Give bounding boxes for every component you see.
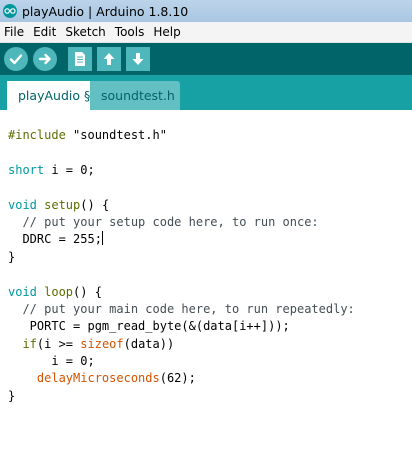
menu-tools[interactable]: Tools — [111, 22, 150, 42]
upload-icon — [38, 53, 51, 65]
code-text-span: PORTC = — [8, 319, 88, 334]
code-text-span: (data)) — [123, 336, 175, 351]
text-cursor — [101, 231, 103, 246]
upload-button[interactable] — [33, 47, 57, 71]
verify-button[interactable] — [4, 47, 28, 71]
code-text-span: (&(data[i++])); — [181, 319, 290, 334]
code-line-12: PORTC = pgm_read_byte(&(data[i++])); — [8, 318, 355, 335]
code-line-1: #include "soundtest.h" — [8, 127, 355, 144]
title-bar: playAudio | Arduino 1.8.10 — [0, 0, 412, 22]
code-line-15: delayMicroseconds(62); — [8, 370, 355, 387]
code-text-span — [8, 337, 22, 351]
window-title: playAudio | Arduino 1.8.10 — [22, 3, 189, 19]
sizeof-keyword: sizeof — [80, 336, 124, 351]
code-line-6: // put your setup code here, to run once… — [8, 214, 319, 229]
toolbar — [0, 43, 412, 75]
code-editor[interactable]: #include "soundtest.h" short i = 0; void… — [0, 110, 412, 459]
tab-soundtest[interactable]: soundtest.h — [90, 81, 180, 110]
tab-playaudio[interactable]: playAudio § — [7, 81, 90, 110]
code-text-span: (62); — [159, 371, 196, 386]
code-text-span: i = 0; — [44, 162, 95, 177]
tab-bar: playAudio § soundtest.h — [0, 75, 412, 110]
code-line-14: i = 0; — [8, 354, 95, 369]
new-button[interactable] — [68, 47, 92, 71]
code-text-span: DDRC = 255; — [8, 232, 102, 247]
if-keyword: if — [22, 336, 37, 351]
function-name: setup — [36, 197, 81, 212]
save-icon — [132, 53, 144, 65]
code-line-7: DDRC = 255; — [8, 231, 355, 248]
code-line-16: } — [8, 388, 16, 403]
type-keyword: short — [8, 162, 45, 177]
new-icon — [75, 52, 85, 66]
code-text-span: () { — [80, 197, 110, 212]
menu-sketch[interactable]: Sketch — [61, 22, 110, 42]
open-button[interactable] — [97, 47, 121, 71]
function-name: loop — [36, 284, 74, 299]
code-text-span — [8, 371, 37, 385]
code-line-8: } — [8, 249, 16, 264]
include-file: "soundtest.h" — [73, 128, 167, 142]
code-text-span: (i >= — [36, 336, 81, 351]
menu-help[interactable]: Help — [149, 22, 185, 42]
function-call: pgm_read_byte — [87, 319, 182, 334]
code-line-5: void setup() { — [8, 197, 355, 214]
code-line-13: if(i >= sizeof(data)) — [8, 336, 355, 353]
type-keyword: void — [8, 284, 37, 299]
menu-edit[interactable]: Edit — [29, 22, 61, 42]
code-line-11: // put your main code here, to run repea… — [8, 301, 355, 316]
menu-file[interactable]: File — [0, 22, 29, 42]
type-keyword: void — [8, 197, 37, 212]
verify-icon — [9, 54, 23, 65]
menu-bar: File Edit Sketch Tools Help — [0, 22, 412, 43]
arduino-logo-icon — [3, 4, 17, 18]
code-text-span: () { — [73, 284, 102, 299]
open-icon — [103, 53, 115, 65]
function-call: delayMicroseconds — [36, 371, 160, 386]
code-line-10: void loop() { — [8, 284, 355, 301]
code-line-3: short i = 0; — [8, 162, 355, 179]
code-text: #include "soundtest.h" short i = 0; void… — [8, 127, 355, 405]
include-keyword: #include — [8, 128, 66, 142]
arduino-ide-window: playAudio | Arduino 1.8.10 File Edit Ske… — [0, 0, 412, 459]
save-button[interactable] — [126, 47, 150, 71]
